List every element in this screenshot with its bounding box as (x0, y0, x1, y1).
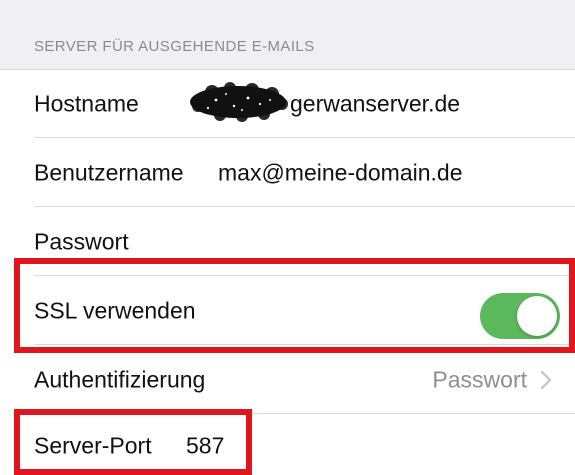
password-row[interactable]: Passwort (0, 208, 575, 276)
row-separator (34, 206, 575, 207)
server-port-value[interactable]: 587 (186, 432, 224, 459)
ssl-label: SSL verwenden (34, 297, 196, 324)
outgoing-mail-server-settings: SERVER FÜR AUSGEHENDE E-MAILS Hostname g… (0, 0, 575, 475)
row-separator (34, 275, 575, 276)
ssl-row: SSL verwenden (0, 277, 575, 345)
authentication-value: Passwort (432, 366, 527, 393)
hostname-visible-text: gerwanserver.de (290, 90, 461, 117)
chevron-right-icon (540, 370, 552, 390)
settings-list: Hostname gerwanserver.de Benutzername ma… (0, 69, 575, 475)
server-port-label: Server-Port (34, 432, 152, 458)
row-separator (34, 137, 575, 138)
ssl-toggle[interactable] (480, 293, 560, 339)
section-header: SERVER FÜR AUSGEHENDE E-MAILS (34, 38, 315, 55)
password-label: Passwort (34, 228, 129, 255)
row-separator (34, 413, 575, 414)
authentication-row[interactable]: Authentifizierung Passwort (0, 346, 575, 414)
hostname-label: Hostname (34, 90, 139, 117)
hostname-value[interactable]: gerwanserver.de (186, 91, 460, 118)
toggle-knob (517, 296, 557, 336)
server-port-row[interactable]: Server-Port 587 (0, 415, 575, 475)
hostname-row[interactable]: Hostname gerwanserver.de (0, 70, 575, 138)
username-label: Benutzername (34, 159, 184, 186)
username-row[interactable]: Benutzername max@meine-domain.de (0, 139, 575, 207)
authentication-label: Authentifizierung (34, 366, 206, 393)
row-separator (34, 344, 575, 345)
username-value[interactable]: max@meine-domain.de (218, 160, 463, 187)
